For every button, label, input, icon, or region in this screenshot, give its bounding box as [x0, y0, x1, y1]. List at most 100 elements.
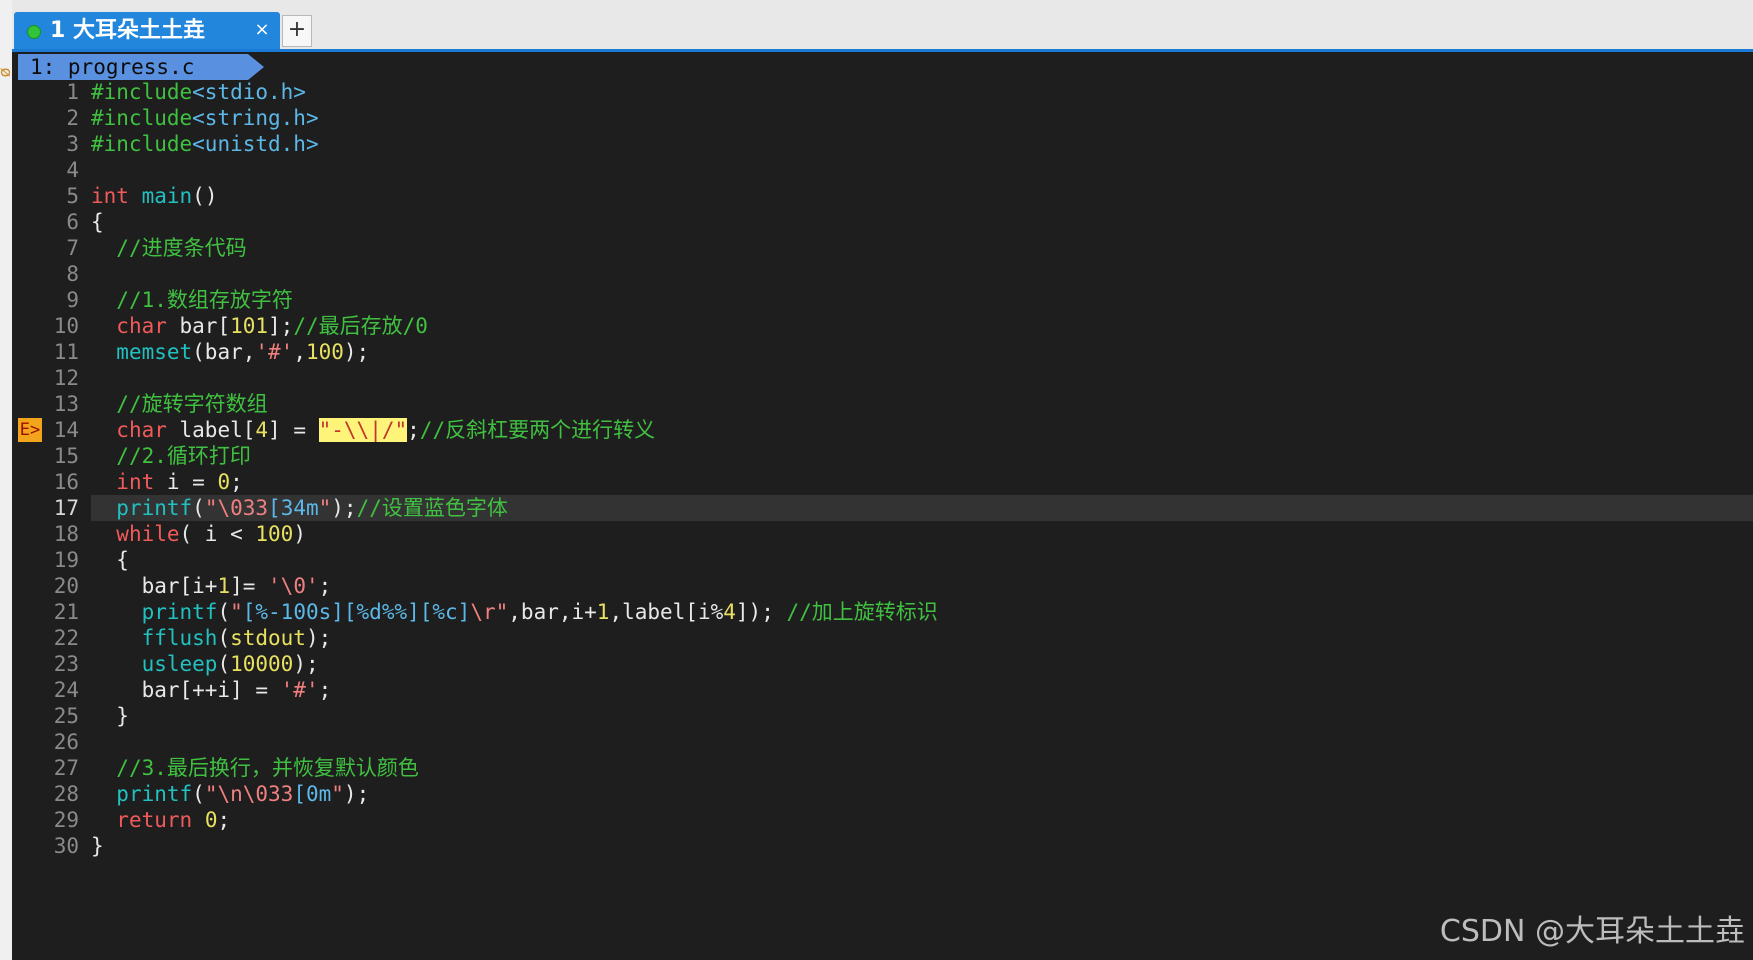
- terminal-pane[interactable]: 1: progress.c 1 #include<stdio.h> 2 #includ…: [12, 52, 1753, 960]
- code-token: ( i <: [179, 522, 256, 546]
- line-number: 11: [53, 340, 79, 364]
- code-line[interactable]: 6{: [12, 209, 1753, 235]
- code-line[interactable]: 9 //1.数组存放字符: [12, 287, 1753, 313]
- code-line[interactable]: 12: [12, 365, 1753, 391]
- code-text: //进度条代码: [91, 235, 247, 261]
- code-token: 101: [230, 314, 269, 338]
- code-line[interactable]: 25 }: [12, 703, 1753, 729]
- code-token: int: [91, 184, 129, 208]
- code-line[interactable]: 30}: [12, 833, 1753, 859]
- code-token: #include: [91, 132, 193, 156]
- code-line[interactable]: 17 printf("\033[34m");//设置蓝色字体: [12, 495, 1753, 521]
- buffer-tab-label: 1: progress.c: [30, 55, 195, 79]
- code-text: bar[i+1]= '\0';: [91, 573, 332, 599]
- code-line[interactable]: 19 {: [12, 547, 1753, 573]
- code-token: bar[++i] =: [91, 678, 281, 702]
- code-token: //进度条代码: [116, 236, 247, 260]
- code-text: //2.循环打印: [91, 443, 251, 469]
- code-token: [34m: [268, 496, 319, 520]
- code-line[interactable]: 20 bar[i+1]= '\0';: [12, 573, 1753, 599]
- code-token: bar[: [166, 314, 231, 338]
- line-number: 18: [53, 522, 79, 546]
- code-line[interactable]: 8: [12, 261, 1753, 287]
- code-token: 100: [305, 340, 344, 364]
- code-token: {: [91, 210, 104, 234]
- code-token: ;: [407, 418, 420, 442]
- code-token: (: [217, 626, 231, 650]
- code-line[interactable]: 27 //3.最后换行，并恢复默认颜色: [12, 755, 1753, 781]
- code-token: fflush: [141, 626, 218, 650]
- code-token: (: [192, 496, 205, 520]
- code-token: ;: [217, 808, 231, 832]
- search-icon[interactable]: ᴓ: [0, 62, 10, 82]
- code-text: {: [91, 209, 104, 235]
- code-token: \n\033: [217, 782, 294, 806]
- code-text: printf("[%-100s][%d%%][%c]\r",bar,i+1,la…: [91, 599, 938, 625]
- line-number: 27: [53, 756, 79, 780]
- code-text: memset(bar,'#',100);: [91, 339, 369, 365]
- code-line[interactable]: 21 printf("[%-100s][%d%%][%c]\r",bar,i+1…: [12, 599, 1753, 625]
- code-line[interactable]: 23 usleep(10000);: [12, 651, 1753, 677]
- code-text: //3.最后换行，并恢复默认颜色: [91, 755, 419, 781]
- code-line[interactable]: 5 int main(): [12, 183, 1753, 209]
- code-line[interactable]: 29 return 0;: [12, 807, 1753, 833]
- code-text: {: [91, 547, 129, 573]
- line-number: 26: [53, 730, 79, 754]
- code-token: main: [141, 184, 193, 208]
- code-line[interactable]: 7 //进度条代码: [12, 235, 1753, 261]
- line-number: 6: [66, 210, 79, 234]
- code-token: ): [293, 522, 306, 546]
- code-token: (bar,: [192, 340, 256, 364]
- code-token: ;: [318, 574, 332, 598]
- code-token: //最后存放/0: [293, 314, 428, 338]
- code-text: printf("\033[34m");//设置蓝色字体: [91, 495, 508, 521]
- code-token: ": [230, 600, 243, 624]
- line-number: 5: [66, 184, 79, 208]
- line-number: 30: [53, 834, 79, 858]
- code-line[interactable]: 16 int i = 0;: [12, 469, 1753, 495]
- code-token: while: [116, 522, 180, 546]
- code-line[interactable]: 24 bar[++i] = '#';: [12, 677, 1753, 703]
- code-line[interactable]: 4: [12, 157, 1753, 183]
- code-text: }: [91, 833, 104, 859]
- code-line[interactable]: 26: [12, 729, 1753, 755]
- new-tab-button[interactable]: +: [282, 15, 312, 47]
- tab-session-1[interactable]: 1 大耳朵土土垚 ×: [14, 12, 280, 50]
- code-token: //2.循环打印: [116, 444, 251, 468]
- line-number: 17: [53, 496, 79, 520]
- code-line[interactable]: 13 //旋转字符数组: [12, 391, 1753, 417]
- code-line[interactable]: 10 char bar[101];//最后存放/0: [12, 313, 1753, 339]
- code-text: int main(): [91, 183, 217, 209]
- line-number: 20: [53, 574, 79, 598]
- code-token: ": [331, 782, 344, 806]
- line-number: 21: [53, 600, 79, 624]
- code-line[interactable]: 28 printf("\n\033[0m");: [12, 781, 1753, 807]
- code-token: ]);: [735, 600, 787, 624]
- code-token: i =: [154, 470, 218, 494]
- code-token: printf: [116, 782, 193, 806]
- line-number: 19: [53, 548, 79, 572]
- code-line[interactable]: 3 #include<unistd.h>: [12, 131, 1753, 157]
- close-icon[interactable]: ×: [252, 18, 272, 42]
- watermark: CSDN @大耳朵土土垚: [1439, 914, 1745, 949]
- code-token: \r: [470, 600, 496, 624]
- code-line[interactable]: 22 fflush(stdout);: [12, 625, 1753, 651]
- tab-bar: 1 大耳朵土土垚 × +: [12, 0, 1753, 50]
- code-token: label[: [166, 418, 256, 442]
- code-line[interactable]: E> 14 char label[4] = "-\\|/";//反斜杠要两个进行转…: [12, 417, 1753, 443]
- code-line[interactable]: 15 //2.循环打印: [12, 443, 1753, 469]
- code-line[interactable]: 2 #include<string.h>: [12, 105, 1753, 131]
- terminal-app: ᴓ 1 大耳朵土土垚 × + 1: progress.c 1 #include<s…: [0, 0, 1753, 960]
- code-line[interactable]: 18 while( i < 100): [12, 521, 1753, 547]
- code-token: 10000: [230, 652, 294, 676]
- code-line[interactable]: 11 memset(bar,'#',100);: [12, 339, 1753, 365]
- code-text: #include<string.h>: [91, 105, 319, 131]
- code-line[interactable]: 1 #include<stdio.h>: [12, 79, 1753, 105]
- code-token: <stdio.h>: [192, 80, 306, 104]
